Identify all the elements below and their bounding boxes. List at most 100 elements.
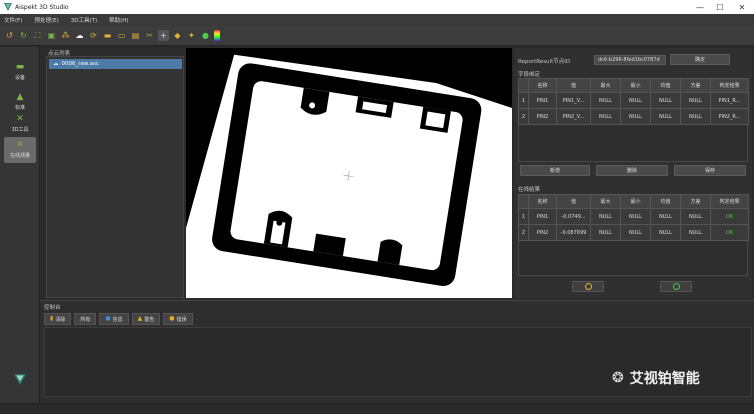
sidebar-item-label: 在线测量 [9,153,30,159]
table-cell[interactable]: NULL [680,92,711,109]
undo-icon[interactable]: ↺ [4,30,15,41]
table-cell[interactable]: NULL [590,92,621,109]
menu-help[interactable]: 帮助(H) [109,16,128,24]
save-button[interactable]: 保存 [674,165,746,176]
add-button[interactable]: 新增 [520,165,590,176]
color-map-icon[interactable] [214,30,220,41]
table-cell[interactable]: NULL [650,108,681,125]
list-item[interactable]: ☁ 0006_raw.asc [49,59,182,69]
table-cell: NULL [680,208,711,225]
info-icon: ● [105,315,111,322]
cube-icon[interactable]: ◆ [172,30,183,41]
table-row[interactable]: 2 PIN2 PIN2_V... NULL NULL NULL NULL PIN… [518,108,749,125]
clear-icon: ▮ [50,315,54,322]
sidebar-item-label: 标准 [14,105,25,111]
3d-viewport[interactable] [186,48,512,298]
button-label: 所有 [80,316,91,323]
redo-icon[interactable]: ↻ [18,30,29,41]
online-results-label: 在线结果 [518,187,541,193]
table-row[interactable]: 1 PIN1 PIN1_V... NULL NULL NULL NULL PIN… [518,92,749,109]
points-icon[interactable]: ⁂ [60,30,71,41]
app-logo-icon [4,3,12,11]
sphere-icon[interactable]: ● [200,30,211,41]
table-cell: 1 [518,92,529,109]
console-error-button[interactable]: ● 错误 [163,313,193,325]
select-box-icon[interactable]: ▣ [46,30,57,41]
crosshair-icon[interactable]: + [158,30,169,41]
table-row[interactable]: 2 PIN2 -0.087699 NULL NULL NULL NULL OK [518,224,749,241]
table-cell[interactable]: PIN2 [528,108,557,125]
confirm-button[interactable]: 确定 [670,54,730,65]
save-icon[interactable]: ▤ [130,30,141,41]
column-header: 判定结果 [710,78,749,93]
column-header: 最小 [620,194,651,209]
button-label: 清除 [55,316,66,323]
table-cell[interactable]: PIN2_R... [710,108,749,125]
console-warning-button[interactable]: ▲ 警告 [131,313,161,325]
column-header: 最大 [590,194,621,209]
delete-button[interactable]: 删除 [596,165,668,176]
column-header: 名称 [528,194,557,209]
table-cell[interactable]: PIN1_V... [556,92,591,109]
cloud-icon[interactable]: ☁ [74,30,85,41]
refresh-icon [672,283,680,290]
column-header: 均值 [650,78,681,93]
menu-file[interactable]: 文件(F) [4,16,22,24]
column-header: 值 [556,194,591,209]
table-cell: NULL [620,224,651,241]
table-cell[interactable]: PIN2_V... [556,108,591,125]
table-cell[interactable]: NULL [650,92,681,109]
console-clear-button[interactable]: ▮ 清除 [44,313,72,325]
table-cell: -0.087699 [556,224,591,241]
table-cell[interactable]: NULL [620,108,651,125]
menu-3d-tools[interactable]: 3D工具(T) [71,16,97,24]
online-measure-icon: ✕ [16,140,24,150]
table-cell: NULL [650,208,681,225]
status-badge: OK [710,224,749,241]
cloud-list: ☁ 0006_raw.asc [46,56,184,298]
window-title: Aispekt 3D Studio [15,3,69,11]
field-binding-label: 字段绑定 [518,72,541,78]
maximize-button[interactable]: ☐ [710,0,730,14]
folder-open-icon[interactable]: ▭ [116,30,127,41]
console-info-button[interactable]: ● 信息 [99,313,129,325]
console-all-button[interactable]: 所有 [74,313,97,325]
column-header: 名称 [528,78,557,93]
refresh-button[interactable] [660,281,692,292]
column-header: 值 [556,78,591,93]
table-cell: NULL [590,208,621,225]
menu-preprocess[interactable]: 预处理(E) [34,16,58,24]
watermark: ❂ 艾视铂智能 [612,368,700,388]
column-header: 方差 [680,78,711,93]
sidebar-item-online-measure[interactable]: ✕ 在线测量 [4,137,36,163]
close-button[interactable]: ✕ [732,0,752,14]
cloud-file-icon: ☁ [53,61,59,67]
table-cell[interactable]: NULL [620,92,651,109]
crop-icon[interactable]: ✂ [144,30,155,41]
table-cell[interactable]: NULL [590,108,621,125]
point-cloud-render [186,48,512,298]
minimize-button[interactable]: — [690,0,710,14]
table-cell: NULL [620,208,651,225]
play-circle-icon [584,283,592,290]
table-cell[interactable]: PIN1_R... [710,92,749,109]
column-header [518,194,529,209]
folder-icon[interactable]: ▬ [102,30,113,41]
wand-icon[interactable]: ✦ [186,30,197,41]
right-panel: ReportResult节点ID dc6-b296-8fed1bc0787d 确… [514,48,752,298]
table-cell[interactable]: NULL [680,108,711,125]
online-results-table: 名称 值 最大 最小 均值 方差 判定结果 1 PIN1 -0.0749... … [518,194,749,241]
node-id-field[interactable]: dc6-b296-8fed1bc0787d [594,55,666,65]
sidebar-item-device[interactable]: ▬ 设备 [4,59,36,85]
button-label: 信息 [112,316,123,323]
table-row[interactable]: 1 PIN1 -0.0749... NULL NULL NULL NULL OK [518,208,749,225]
standard-icon: ▲ [16,92,24,102]
fit-view-icon[interactable]: ⛶ [32,30,43,41]
sidebar-item-3d-tool[interactable]: ✕ 3D工具 [4,111,36,137]
table-cell[interactable]: PIN1 [528,92,557,109]
start-measure-button[interactable] [572,281,604,292]
left-sidebar: ▬ 设备 ▲ 标准 ✕ 3D工具 ✕ 在线测量 [0,47,40,403]
console-toolbar: ▮ 清除 所有 ● 信息 ▲ 警告 ● 错误 [44,313,196,325]
rotate-icon[interactable]: ⟳ [88,30,99,41]
table-cell: 1 [518,208,529,225]
